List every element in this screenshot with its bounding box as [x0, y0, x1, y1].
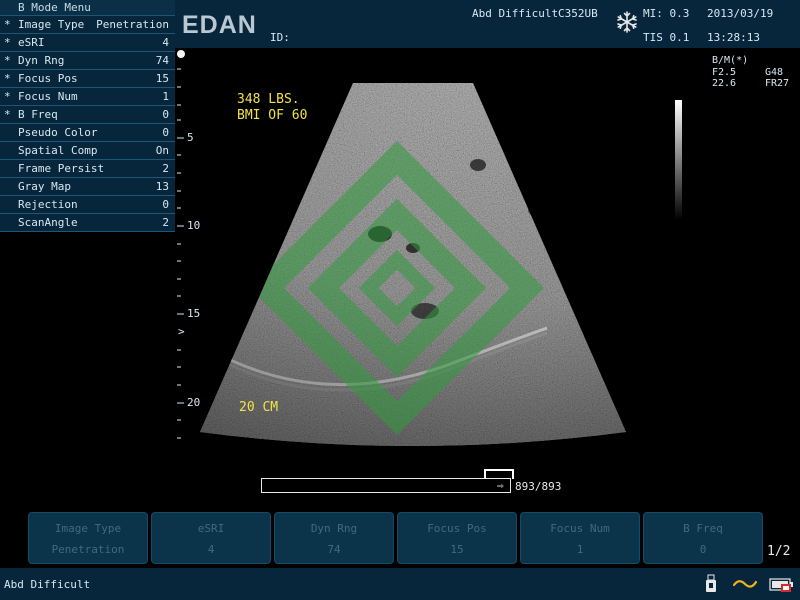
- menu-item-label: B Freq: [18, 108, 58, 121]
- frequency-value: F2.5: [712, 67, 737, 78]
- probe-model: C352UB: [558, 7, 598, 20]
- date: 2013/03/19: [707, 7, 774, 20]
- wave-icon: [732, 576, 758, 592]
- menu-item-value: 0: [162, 198, 169, 211]
- focus-marker[interactable]: >: [178, 325, 185, 338]
- menu-item-label: Dyn Rng: [18, 54, 65, 67]
- depth-value: 22.6: [712, 78, 737, 89]
- depth-label: 20: [187, 396, 201, 409]
- menu-item-label: Gray Map: [18, 180, 71, 193]
- menu-item-value: 2: [162, 162, 169, 175]
- menu-item-esri[interactable]: * eSRI 4: [0, 34, 175, 52]
- text-annotation: BMI OF 60: [237, 108, 308, 123]
- patient-id-label: ID:: [270, 31, 290, 44]
- softbutton-value: 15: [450, 543, 464, 556]
- softbutton-focus-num[interactable]: Focus Num 1: [520, 512, 640, 564]
- softbutton-title: Image Type: [54, 522, 122, 535]
- menu-item-image-type[interactable]: * Image Type Penetration: [0, 16, 175, 34]
- menu-item-value: 1: [162, 90, 169, 103]
- depth-annotation: 20 CM: [239, 400, 279, 415]
- softbutton-value: Penetration: [51, 543, 125, 556]
- menu-item-spatial-comp[interactable]: Spatial Comp On: [0, 142, 175, 160]
- menu-item-rejection[interactable]: Rejection 0: [0, 196, 175, 214]
- softbutton-title: Dyn Rng: [310, 522, 358, 535]
- softbutton-title: Focus Pos: [427, 522, 487, 535]
- softbutton-value: 74: [327, 543, 341, 556]
- time: 13:28:13: [707, 31, 760, 44]
- cine-arrow-icon: ⇨: [497, 479, 504, 492]
- menu-item-frame-persist[interactable]: Frame Persist 2: [0, 160, 175, 178]
- mi-value: MI: 0.3: [643, 7, 690, 20]
- cine-frame-count: 893/893: [515, 480, 562, 493]
- menu-item-pseudo-color[interactable]: Pseudo Color 0: [0, 124, 175, 142]
- modified-mark: *: [4, 36, 11, 49]
- menu-item-label: eSRI: [18, 36, 45, 49]
- softbutton-value: 4: [207, 543, 215, 556]
- menu-item-value: 74: [155, 54, 169, 67]
- modified-mark: *: [4, 90, 11, 103]
- softbutton-title: eSRI: [197, 522, 225, 535]
- softbutton-esri[interactable]: eSRI 4: [151, 512, 271, 564]
- softbutton-image-type[interactable]: Image Type Penetration: [28, 512, 148, 564]
- mode-label: B/M(*): [712, 55, 749, 66]
- softbutton-value: 0: [699, 543, 707, 556]
- menu-item-value: 4: [162, 36, 169, 49]
- menu-item-scan-angle[interactable]: ScanAngle 2: [0, 214, 175, 232]
- menu-item-label: Focus Pos: [18, 72, 78, 85]
- page-indicator[interactable]: 1/2: [767, 544, 790, 559]
- tis-value: TIS 0.1: [643, 31, 690, 44]
- menu-item-value: On: [155, 144, 169, 157]
- ultrasound-image-area[interactable]: 348 LBS. BMI OF 60 20 CM 5 10 15 20 > B/…: [175, 48, 800, 470]
- frame-rate-value: FR27: [765, 78, 790, 89]
- menu-item-label: Image Type: [18, 18, 85, 31]
- menu-item-value: Penetration: [96, 18, 169, 31]
- gray-scale-bar: [675, 100, 682, 220]
- menu-item-value: 15: [155, 72, 169, 85]
- menu-item-label: ScanAngle: [18, 216, 78, 229]
- menu-item-gray-map[interactable]: Gray Map 13: [0, 178, 175, 196]
- gain-value: G48: [765, 67, 784, 78]
- softbutton-b-freq[interactable]: B Freq 0: [643, 512, 763, 564]
- soft-button-bar: Image Type Penetration eSRI 4 Dyn Rng 74…: [0, 506, 800, 568]
- depth-label: 10: [187, 219, 201, 232]
- modified-mark: *: [4, 54, 11, 67]
- modified-mark: *: [4, 108, 11, 121]
- modified-mark: *: [4, 72, 11, 85]
- menu-item-value: 2: [162, 216, 169, 229]
- menu-title: B Mode Menu: [0, 0, 175, 16]
- menu-item-focus-num[interactable]: * Focus Num 1: [0, 88, 175, 106]
- menu-item-value: 13: [155, 180, 169, 193]
- menu-item-label: Pseudo Color: [18, 126, 98, 139]
- softbutton-focus-pos[interactable]: Focus Pos 15: [397, 512, 517, 564]
- snowflake-icon: [615, 10, 639, 34]
- cine-progress-bar[interactable]: [261, 478, 511, 493]
- menu-item-dyn-rng[interactable]: * Dyn Rng 74: [0, 52, 175, 70]
- menu-item-label: Spatial Comp: [18, 144, 98, 157]
- usb-drive-icon[interactable]: [703, 574, 719, 594]
- status-exam-type: Abd Difficult: [4, 578, 91, 591]
- battery-icon: [769, 575, 795, 593]
- b-mode-menu: B Mode Menu * Image Type Penetration * e…: [0, 0, 175, 232]
- text-annotation: 348 LBS.: [237, 92, 300, 107]
- softbutton-value: 1: [576, 543, 584, 556]
- softbutton-title: Focus Num: [550, 522, 610, 535]
- menu-item-b-freq[interactable]: * B Freq 0: [0, 106, 175, 124]
- menu-item-label: Focus Num: [18, 90, 78, 103]
- depth-label: 5: [187, 131, 194, 144]
- depth-label: 15: [187, 307, 201, 320]
- header-bar: EDAN ID: Abd Difficult C352UB MI: 0.3 TI…: [175, 0, 800, 48]
- menu-item-value: 0: [162, 108, 169, 121]
- modified-mark: *: [4, 18, 11, 31]
- status-bar: Abd Difficult: [0, 568, 800, 600]
- menu-item-label: Rejection: [18, 198, 78, 211]
- menu-item-label: Frame Persist: [18, 162, 105, 175]
- edan-logo: EDAN: [182, 11, 257, 39]
- softbutton-title: B Freq: [683, 522, 723, 535]
- menu-item-focus-pos[interactable]: * Focus Pos 15: [0, 70, 175, 88]
- menu-item-value: 0: [162, 126, 169, 139]
- softbutton-dyn-rng[interactable]: Dyn Rng 74: [274, 512, 394, 564]
- exam-type: Abd Difficult: [472, 7, 559, 20]
